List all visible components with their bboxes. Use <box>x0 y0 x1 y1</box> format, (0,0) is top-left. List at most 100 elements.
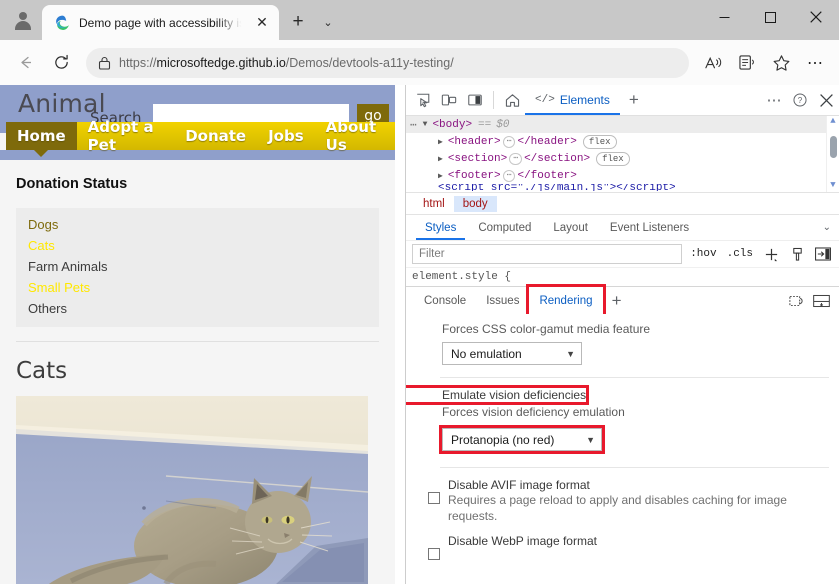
collapsed-children-icon[interactable]: ⋯ <box>503 136 516 148</box>
expand-triangle-icon[interactable]: ▶ <box>438 137 443 147</box>
url-scheme: https:// <box>119 56 157 70</box>
expand-triangle-icon[interactable]: ▼ <box>423 120 428 129</box>
dom-row-partial[interactable]: <script src="./js/main.js"></script> <box>406 184 839 191</box>
browser-window: Demo page with accessibility issues ✕ + … <box>0 0 839 584</box>
tab-styles[interactable]: Styles <box>414 215 467 240</box>
computed-style-icon[interactable] <box>787 245 807 263</box>
list-item[interactable]: Cats <box>16 235 379 256</box>
disable-avif-row[interactable]: Disable AVIF image format Requires a pag… <box>406 478 839 524</box>
list-item[interactable]: Dogs <box>16 214 379 235</box>
reload-button[interactable] <box>44 46 78 80</box>
nav-item-home[interactable]: Home <box>6 122 77 150</box>
scrollbar-thumb[interactable] <box>830 136 837 158</box>
back-button[interactable] <box>8 46 42 80</box>
nav-item-about-us[interactable]: About Us <box>315 122 395 150</box>
close-button[interactable] <box>793 0 839 34</box>
minimize-button[interactable] <box>701 0 747 34</box>
list-item[interactable]: Small Pets <box>16 277 379 298</box>
tab-close-icon[interactable]: ✕ <box>251 12 273 34</box>
read-aloud-icon[interactable] <box>697 47 729 79</box>
nav-item-donate[interactable]: Donate <box>174 122 257 150</box>
devtools-panel: </> Elements + ⋯ ? ⋯ ▼ <body> <box>405 85 839 584</box>
nav-item-adopt-a-pet[interactable]: Adopt a Pet <box>77 122 175 150</box>
disable-avif-checkbox[interactable] <box>428 492 440 504</box>
disable-webp-checkbox[interactable] <box>428 548 440 560</box>
expand-triangle-icon[interactable]: ▶ <box>438 154 443 164</box>
new-style-rule-icon[interactable] <box>761 245 781 263</box>
donation-category-list: Dogs Cats Farm Animals Small Pets Others <box>16 208 379 327</box>
help-icon[interactable]: ? <box>787 87 813 113</box>
collapsed-children-icon[interactable]: ⋯ <box>503 170 516 182</box>
tab-layout[interactable]: Layout <box>542 215 599 240</box>
url-path: /Demos/devtools-a11y-testing/ <box>286 56 454 70</box>
styles-more-tabs-icon[interactable]: ⌄ <box>823 222 831 233</box>
drawer-add-tab-button[interactable]: + <box>603 291 631 311</box>
expand-triangle-icon[interactable]: ▶ <box>438 171 443 181</box>
list-item[interactable]: Farm Animals <box>16 256 379 277</box>
lock-icon <box>98 56 111 70</box>
dom-tree[interactable]: ⋯ ▼ <body> == $0 ▶ <header> ⋯ </header> … <box>406 116 839 192</box>
donation-status-heading: Donation Status <box>16 176 379 192</box>
list-item[interactable]: Others <box>16 298 379 319</box>
demo-site: Animal Search go Home Adopt a Pet Donate… <box>0 85 395 584</box>
disable-webp-title: Disable WebP image format <box>448 534 597 548</box>
page-scrollbar[interactable] <box>395 85 405 584</box>
color-gamut-select[interactable]: No emulation ▼ <box>442 342 582 365</box>
flex-badge[interactable]: flex <box>583 135 617 149</box>
filter-input[interactable]: Filter <box>412 244 682 264</box>
devtools-close-icon[interactable] <box>813 87 839 113</box>
dom-row[interactable]: ▶ <section> ⋯ </section> flex <box>406 150 839 167</box>
address-bar[interactable]: https://microsoftedge.github.io/Demos/de… <box>86 48 689 78</box>
drawer-tab-console[interactable]: Console <box>414 287 476 314</box>
tab-computed[interactable]: Computed <box>467 215 542 240</box>
immersive-reader-icon[interactable] <box>731 47 763 79</box>
favorite-icon[interactable] <box>765 47 797 79</box>
dom-tag-open: <footer> <box>448 170 501 182</box>
breadcrumb-html[interactable]: html <box>414 196 454 212</box>
browser-toolbar: https://microsoftedge.github.io/Demos/de… <box>0 40 839 85</box>
chevron-down-icon[interactable]: ⌄ <box>313 7 343 37</box>
edge-favicon <box>54 14 71 31</box>
drawer-toggle-icon[interactable] <box>811 292 831 310</box>
maximize-button[interactable] <box>747 0 793 34</box>
profile-button[interactable] <box>4 3 42 37</box>
dom-row[interactable]: ▶ <header> ⋯ </header> flex <box>406 133 839 150</box>
code-brackets-icon: </> <box>535 94 555 106</box>
vision-deficiency-select[interactable]: Protanopia (no red) ▼ <box>442 428 602 451</box>
collapsed-children-icon[interactable]: ⋯ <box>509 153 522 165</box>
browser-tab-active[interactable]: Demo page with accessibility issues ✕ <box>42 5 279 40</box>
toolbar-divider <box>493 91 494 109</box>
breadcrumb-body[interactable]: body <box>454 196 497 212</box>
scroll-down-arrow-icon[interactable]: ▼ <box>827 180 839 190</box>
hov-button[interactable]: :hov <box>688 248 718 260</box>
device-emulation-icon[interactable] <box>436 87 462 113</box>
toggle-sidebar-icon[interactable] <box>813 245 833 263</box>
nav-item-jobs[interactable]: Jobs <box>257 122 315 150</box>
home-icon[interactable] <box>499 87 525 113</box>
dock-side-icon[interactable] <box>462 87 488 113</box>
dom-row[interactable]: ⋯ ▼ <body> == $0 <box>406 116 839 133</box>
drawer-tab-rendering[interactable]: Rendering <box>529 287 602 314</box>
element-style-rule[interactable]: element.style { <box>406 267 839 286</box>
dom-row[interactable]: ▶ <footer> ⋯ </footer> <box>406 167 839 184</box>
add-panel-button[interactable]: + <box>620 90 648 110</box>
cat-photo <box>16 396 368 584</box>
dom-row-menu-icon[interactable]: ⋯ <box>410 118 418 132</box>
scroll-up-arrow-icon[interactable]: ▲ <box>827 116 839 126</box>
devtools-more-icon[interactable]: ⋯ <box>761 87 787 113</box>
tab-elements[interactable]: </> Elements <box>525 85 620 115</box>
drawer-tabstrip: Console Issues Rendering + <box>406 286 839 314</box>
dom-dollar-ref: $0 <box>496 119 509 131</box>
drawer-tab-issues[interactable]: Issues <box>476 287 529 314</box>
flex-badge[interactable]: flex <box>596 152 630 166</box>
color-gamut-description: Forces CSS color-gamut media feature <box>406 320 839 336</box>
dom-tag-close: </header> <box>517 136 576 148</box>
disable-webp-row[interactable]: Disable WebP image format <box>406 534 839 560</box>
browser-more-icon[interactable]: ⋯ <box>799 47 831 79</box>
cycle-dock-icon[interactable] <box>787 292 807 310</box>
dom-tree-scrollbar[interactable]: ▲ ▼ <box>826 116 839 192</box>
tab-event-listeners[interactable]: Event Listeners <box>599 215 700 240</box>
inspect-element-icon[interactable] <box>410 87 436 113</box>
cls-button[interactable]: .cls <box>725 248 755 260</box>
new-tab-button[interactable]: + <box>283 7 313 37</box>
